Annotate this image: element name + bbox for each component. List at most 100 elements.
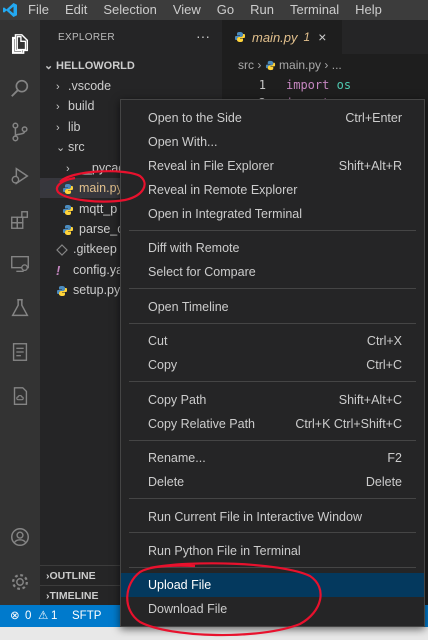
- tree-item-label: setup.py: [73, 283, 121, 297]
- menu-view[interactable]: View: [165, 0, 209, 20]
- file-upload-icon[interactable]: [6, 382, 34, 410]
- menu-item-diff-with-remote[interactable]: Diff with Remote: [121, 236, 424, 260]
- menu-item-open-to-side[interactable]: Open to the Side Ctrl+Enter: [121, 106, 424, 130]
- menu-separator: [129, 323, 416, 324]
- menu-item-download-file[interactable]: Download File: [121, 597, 424, 621]
- python-file-icon: [63, 204, 73, 215]
- code-line: 1 import os: [222, 76, 428, 94]
- menu-item-copy-relative-path[interactable]: Copy Relative Path Ctrl+K Ctrl+Shift+C: [121, 412, 424, 436]
- line-number: 1: [258, 78, 266, 92]
- menu-item-delete[interactable]: Delete Delete: [121, 470, 424, 494]
- source-control-icon[interactable]: [6, 118, 34, 146]
- python-file-icon: [63, 224, 73, 235]
- tree-item-label: config.ya: [73, 263, 124, 277]
- git-file-icon: [56, 243, 68, 256]
- workspace-root[interactable]: ⌄ HELLOWORLD: [40, 56, 222, 76]
- menu-item-reveal-remote-explorer[interactable]: Reveal in Remote Explorer: [121, 178, 424, 202]
- menu-selection[interactable]: Selection: [95, 0, 164, 20]
- menu-separator: [129, 498, 416, 499]
- title-bar: File Edit Selection View Go Run Terminal…: [0, 0, 428, 20]
- python-file-icon: [265, 61, 275, 71]
- menu-item-open-with[interactable]: Open With...: [121, 130, 424, 154]
- breadcrumb-file[interactable]: main.py: [279, 58, 321, 72]
- menu-item-rename[interactable]: Rename... F2: [121, 446, 424, 470]
- chevron-down-icon: ⌄: [56, 142, 66, 154]
- tab-main-py[interactable]: main.py 1 ×: [222, 20, 342, 54]
- tree-item-label: mqtt_p: [79, 202, 118, 216]
- timeline-label: TIMELINE: [49, 590, 99, 602]
- yaml-file-icon: !: [56, 262, 61, 278]
- menu-edit[interactable]: Edit: [57, 0, 95, 20]
- menu-item-select-for-compare[interactable]: Select for Compare: [121, 260, 424, 284]
- tab-problem-count: 1: [303, 30, 311, 44]
- outline-label: OUTLINE: [49, 570, 96, 582]
- menu-item-open-integrated-terminal[interactable]: Open in Integrated Terminal: [121, 202, 424, 226]
- menu-item-open-timeline[interactable]: Open Timeline: [121, 295, 424, 319]
- python-file-icon: [235, 32, 245, 42]
- code-keyword: import: [286, 78, 330, 92]
- breadcrumb-more[interactable]: ...: [332, 58, 342, 72]
- run-debug-icon[interactable]: [6, 162, 34, 190]
- sftp-status[interactable]: SFTP: [72, 605, 101, 627]
- menu-item-copy[interactable]: Copy Ctrl+C: [121, 353, 424, 377]
- account-icon[interactable]: [6, 523, 34, 551]
- more-actions-icon[interactable]: ···: [196, 28, 210, 44]
- close-icon[interactable]: ×: [318, 29, 326, 45]
- menu-item-copy-path[interactable]: Copy Path Shift+Alt+C: [121, 388, 424, 412]
- menu-separator: [129, 440, 416, 441]
- warning-count[interactable]: 1: [51, 605, 57, 627]
- menu-go[interactable]: Go: [209, 0, 242, 20]
- tree-item-label: main.py: [79, 181, 123, 195]
- chevron-right-icon: ›: [56, 81, 60, 93]
- explorer-header: EXPLORER: [58, 32, 115, 43]
- menu-item-run-interactive-window[interactable]: Run Current File in Interactive Window: [121, 505, 424, 529]
- chevron-right-icon: ›: [66, 163, 70, 175]
- activity-bar: [0, 20, 40, 605]
- menu-item-reveal-file-explorer[interactable]: Reveal in File Explorer Shift+Alt+R: [121, 154, 424, 178]
- menu-separator: [129, 288, 416, 289]
- vscode-logo-icon: [0, 0, 20, 20]
- editor-tab-bar: main.py 1 ×: [222, 20, 428, 54]
- menu-separator: [129, 381, 416, 382]
- chevron-right-icon: ›: [56, 101, 60, 113]
- breadcrumb-folder[interactable]: src: [238, 58, 254, 72]
- menu-separator: [129, 567, 416, 568]
- tree-item-label: .gitkeep: [73, 242, 117, 256]
- python-file-icon: [57, 285, 67, 296]
- code-module: os: [336, 78, 352, 92]
- tree-item-vscode[interactable]: › .vscode: [40, 76, 222, 96]
- tab-label: main.py: [252, 29, 298, 45]
- menu-file[interactable]: File: [20, 0, 57, 20]
- tree-item-label: build: [68, 99, 95, 113]
- tree-item-label: __pycac: [78, 161, 125, 175]
- workspace-root-label: HELLOWORLD: [56, 60, 135, 72]
- tree-item-label: parse_c: [79, 222, 124, 236]
- python-file-icon: [63, 183, 73, 194]
- menu-item-cut[interactable]: Cut Ctrl+X: [121, 329, 424, 353]
- chevron-down-icon: ⌄: [44, 60, 54, 72]
- notebook-icon[interactable]: [6, 338, 34, 366]
- warning-icon[interactable]: ⚠: [38, 605, 48, 627]
- chevron-right-icon: ›: [257, 58, 265, 72]
- breadcrumb: src › main.py › ...: [222, 54, 428, 76]
- error-icon[interactable]: ⊗: [10, 605, 20, 627]
- menu-run[interactable]: Run: [242, 0, 282, 20]
- taskbar-strip: [0, 627, 428, 640]
- files-icon[interactable]: [6, 30, 34, 58]
- tree-item-label: lib: [68, 120, 81, 134]
- menu-separator: [129, 532, 416, 533]
- menu-item-upload-file[interactable]: Upload File: [121, 573, 424, 597]
- testing-icon[interactable]: [6, 294, 34, 322]
- menu-help[interactable]: Help: [347, 0, 390, 20]
- chevron-right-icon: ›: [56, 122, 60, 134]
- context-menu: Open to the Side Ctrl+Enter Open With... …: [120, 99, 425, 627]
- menu-item-run-python-terminal[interactable]: Run Python File in Terminal: [121, 539, 424, 563]
- chevron-right-icon: ›: [324, 58, 332, 72]
- remote-explorer-icon[interactable]: [6, 250, 34, 278]
- extensions-icon[interactable]: [6, 206, 34, 234]
- error-count[interactable]: 0: [25, 605, 31, 627]
- manage-gear-icon[interactable]: [6, 568, 34, 596]
- menu-terminal[interactable]: Terminal: [282, 0, 347, 20]
- tree-item-label: .vscode: [68, 79, 112, 93]
- search-icon[interactable]: [6, 74, 34, 102]
